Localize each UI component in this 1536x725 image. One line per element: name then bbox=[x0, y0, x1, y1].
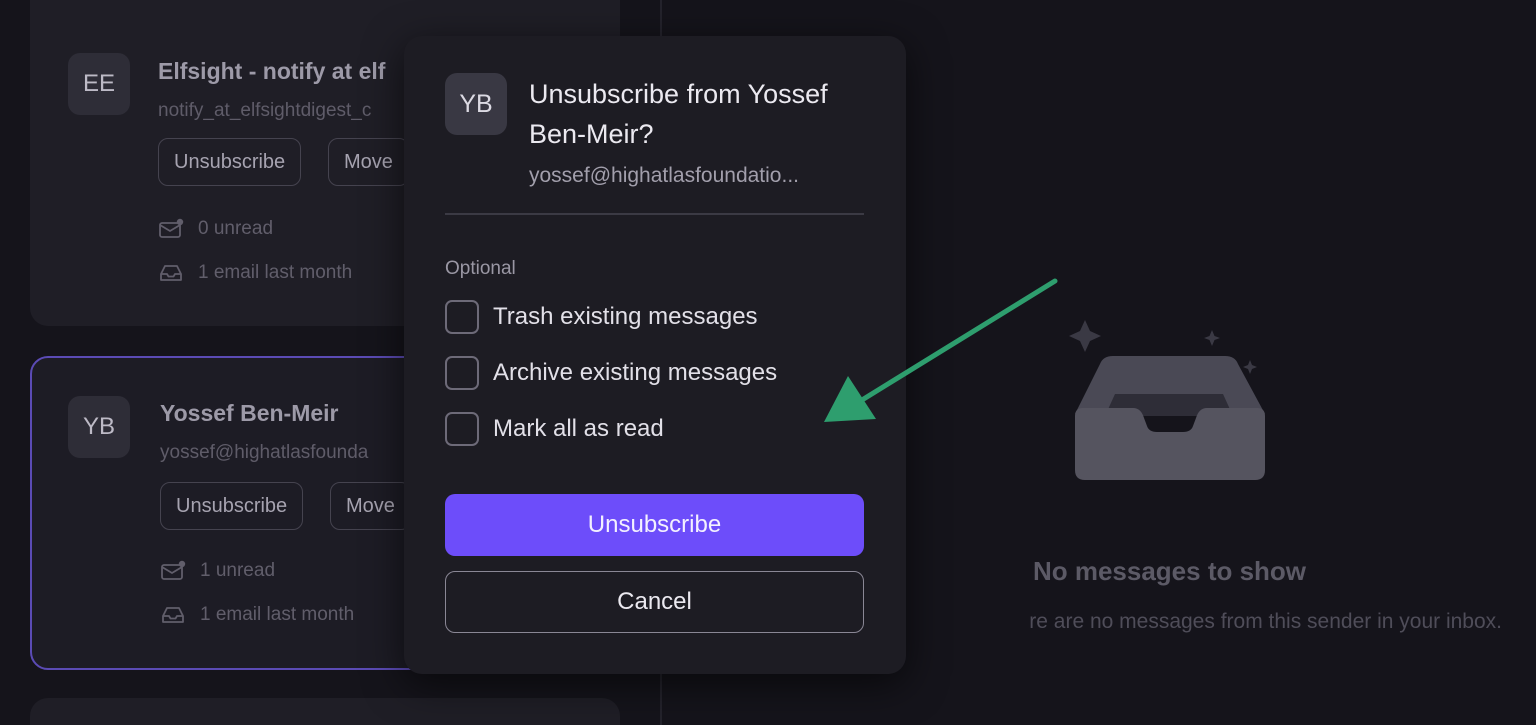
unread-stat: 1 unread bbox=[160, 560, 275, 582]
avatar: EE bbox=[68, 53, 130, 115]
option-label: Mark all as read bbox=[493, 415, 664, 442]
empty-inbox-icon bbox=[1069, 320, 1265, 480]
avatar: YB bbox=[68, 396, 130, 458]
avatar: YB bbox=[445, 73, 507, 135]
mail-badge-icon bbox=[159, 218, 184, 238]
dialog-sender-email: yossef@highatlasfoundatio... bbox=[529, 164, 799, 187]
unread-count: 0 unread bbox=[198, 218, 274, 239]
unread-count: 1 unread bbox=[200, 560, 276, 581]
move-button[interactable]: Move bbox=[328, 138, 409, 186]
dialog-title: Unsubscribe from Yossef Ben-Meir? bbox=[529, 79, 828, 149]
sender-card[interactable] bbox=[30, 698, 620, 725]
inbox-tray-icon bbox=[162, 607, 184, 623]
mark-all-read-checkbox[interactable] bbox=[445, 412, 479, 446]
divider bbox=[445, 213, 864, 215]
sender-name: Elfsight - notify at elf bbox=[158, 58, 386, 84]
sender-email: notify_at_elfsightdigest_c bbox=[158, 100, 372, 121]
email-volume: 1 email last month bbox=[198, 262, 353, 283]
volume-stat: 1 email last month bbox=[160, 604, 354, 626]
cancel-button[interactable]: Cancel bbox=[445, 571, 864, 633]
option-archive-existing[interactable]: Archive existing messages bbox=[445, 356, 777, 390]
option-trash-existing[interactable]: Trash existing messages bbox=[445, 300, 758, 334]
optional-label: Optional bbox=[445, 258, 516, 279]
mail-badge-icon bbox=[161, 560, 186, 580]
option-label: Trash existing messages bbox=[493, 303, 758, 330]
unsubscribe-button[interactable]: Unsubscribe bbox=[160, 482, 304, 530]
confirm-unsubscribe-button[interactable]: Unsubscribe bbox=[445, 494, 864, 556]
empty-state-subtitle: re are no messages from this sender in y… bbox=[1029, 610, 1502, 633]
unsubscribe-button[interactable]: Unsubscribe bbox=[158, 138, 302, 186]
option-mark-all-read[interactable]: Mark all as read bbox=[445, 412, 664, 446]
email-volume: 1 email last month bbox=[200, 604, 355, 625]
trash-existing-checkbox[interactable] bbox=[445, 300, 479, 334]
sender-email: yossef@highatlasfounda bbox=[160, 442, 369, 463]
empty-state-title: No messages to show bbox=[1032, 556, 1307, 586]
move-button[interactable]: Move bbox=[330, 482, 411, 530]
volume-stat: 1 email last month bbox=[158, 262, 352, 284]
option-label: Archive existing messages bbox=[493, 359, 778, 386]
archive-existing-checkbox[interactable] bbox=[445, 356, 479, 390]
sender-name: Yossef Ben-Meir bbox=[160, 400, 339, 426]
unsubscribe-dialog: YB Unsubscribe from Yossef Ben-Meir? yos… bbox=[404, 36, 906, 674]
inbox-tray-icon bbox=[160, 265, 182, 281]
unread-stat: 0 unread bbox=[158, 218, 273, 240]
app-window: EE Elfsight - notify at elf notify_at_el… bbox=[0, 0, 1536, 725]
